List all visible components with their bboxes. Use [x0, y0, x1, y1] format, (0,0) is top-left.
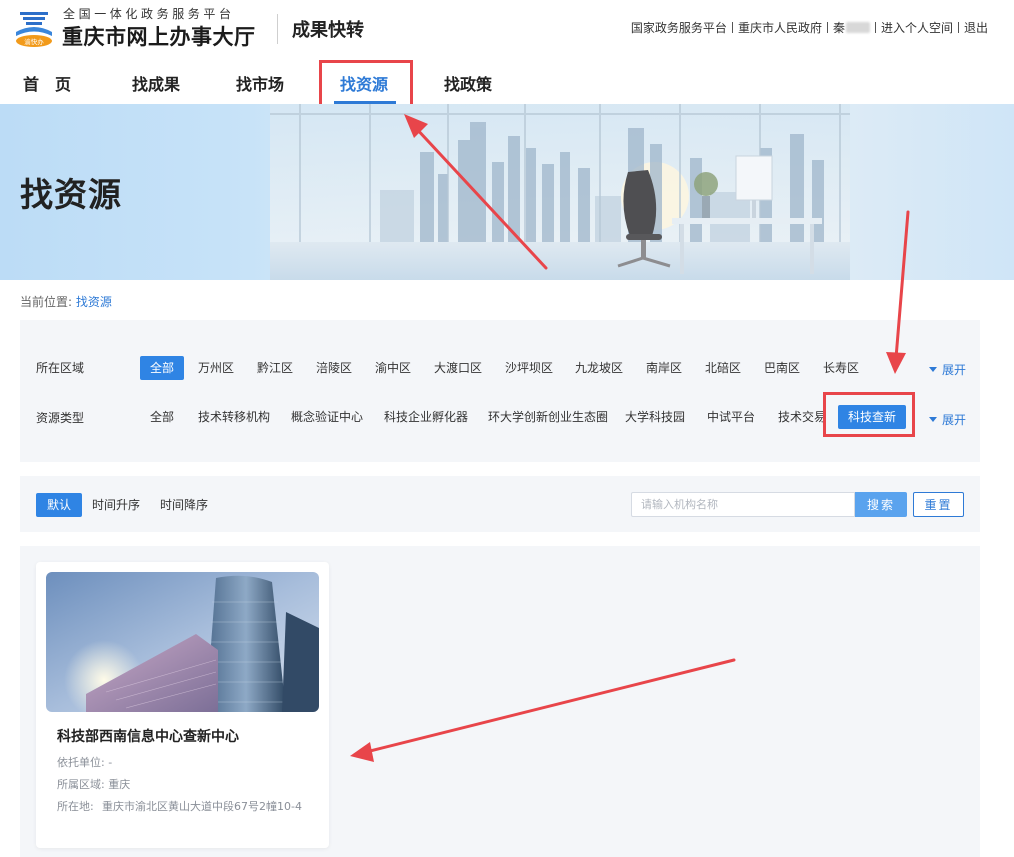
region-chip[interactable]: 涪陵区 — [306, 356, 362, 380]
link-personal-space[interactable]: 进入个人空间 — [881, 19, 953, 36]
link-separator — [731, 22, 733, 33]
banner-office-illustration — [270, 104, 850, 280]
link-separator — [957, 22, 959, 33]
type-chip[interactable]: 概念验证中心 — [281, 405, 373, 429]
triangle-down-icon — [929, 367, 937, 372]
type-filter-label: 资源类型 — [36, 411, 85, 425]
region-chip[interactable]: 大渡口区 — [424, 356, 492, 380]
brand-subtitle: 全国一体化政务服务平台 — [63, 7, 235, 21]
user-name-redacted — [845, 22, 870, 33]
nav-find-market[interactable]: 找市场 — [236, 71, 284, 95]
region-chip[interactable]: 黔江区 — [247, 356, 303, 380]
nav-find-results[interactable]: 找成果 — [132, 71, 180, 95]
sort-default[interactable]: 默认 — [36, 493, 83, 517]
type-chip[interactable]: 环大学创新创业生态圈 — [478, 405, 618, 429]
breadcrumb: 当前位置: 找资源 — [20, 293, 112, 310]
type-chip[interactable]: 技术转移机构 — [188, 405, 280, 429]
region-expand-label: 展开 — [942, 363, 967, 377]
nav-find-policy[interactable]: 找政策 — [444, 71, 492, 95]
region-chip[interactable]: 渝中区 — [365, 356, 421, 380]
reset-button[interactable]: 重置 — [913, 492, 964, 517]
search-button[interactable]: 搜索 — [855, 492, 907, 517]
breadcrumb-current[interactable]: 找资源 — [76, 295, 112, 309]
org-search-input[interactable] — [631, 492, 855, 517]
main-nav: 首 页 找成果 找市场 找资源 找政策 — [0, 56, 1014, 104]
resource-region: 所属区域: 重庆 — [57, 776, 130, 792]
annotation-box-type-chip — [823, 392, 915, 437]
filter-panel: 所在区域 全部 万州区 黔江区 涪陵区 渝中区 大渡口区 沙坪坝区 九龙坡区 南… — [20, 320, 980, 462]
region-chip-all[interactable]: 全部 — [140, 356, 185, 380]
type-chip[interactable]: 大学科技园 — [615, 405, 695, 429]
user-name-text: 秦 — [832, 21, 845, 35]
sort-time-asc[interactable]: 时间升序 — [81, 493, 151, 517]
resource-card[interactable]: 科技部西南信息中心查新中心 依托单位: - 所属区域: 重庆 所在地: 重庆市渝… — [36, 562, 329, 848]
link-national-platform[interactable]: 国家政务服务平台 — [631, 19, 727, 36]
region-chip[interactable]: 南岸区 — [636, 356, 692, 380]
type-expand-label: 展开 — [942, 413, 967, 427]
triangle-down-icon — [929, 417, 937, 422]
app-name[interactable]: 成果快转 — [292, 16, 364, 42]
sort-time-desc[interactable]: 时间降序 — [149, 493, 219, 517]
site-header: 渝快办 全国一体化政务服务平台 重庆市网上办事大厅 成果快转 国家政务服务平台 … — [0, 0, 1014, 56]
logo-badge-text: 渝快办 — [24, 37, 44, 46]
type-chip-all[interactable]: 全部 — [140, 405, 184, 429]
region-chip[interactable]: 万州区 — [188, 356, 244, 380]
region-expand-toggle[interactable]: 展开 — [929, 361, 966, 378]
link-logout[interactable]: 退出 — [964, 19, 988, 36]
building-photo — [46, 572, 319, 712]
resource-address: 所在地: 重庆市渝北区黄山大道中段67号2幢10-4 — [57, 796, 307, 818]
top-links: 国家政务服务平台 重庆市人民政府 秦 进入个人空间 退出 — [631, 19, 988, 36]
breadcrumb-prefix: 当前位置: — [20, 295, 73, 309]
type-chip[interactable]: 中试平台 — [697, 405, 765, 429]
resource-support-unit: 依托单位: - — [57, 754, 112, 770]
brand-divider — [277, 14, 278, 44]
region-chip[interactable]: 巴南区 — [754, 356, 810, 380]
region-chip[interactable]: 长寿区 — [813, 356, 869, 380]
region-label: 所属区域: — [57, 778, 105, 791]
region-chip[interactable]: 北碚区 — [695, 356, 751, 380]
link-city-government[interactable]: 重庆市人民政府 — [738, 19, 822, 36]
nav-home[interactable]: 首 页 — [23, 71, 71, 95]
link-separator — [826, 22, 828, 33]
results-area: 科技部西南信息中心查新中心 依托单位: - 所属区域: 重庆 所在地: 重庆市渝… — [20, 546, 980, 857]
type-expand-toggle[interactable]: 展开 — [929, 411, 966, 428]
user-name[interactable]: 秦 — [833, 19, 870, 36]
address-value: 重庆市渝北区黄山大道中段67号2幢10-4 — [102, 800, 302, 813]
region-chip[interactable]: 九龙坡区 — [565, 356, 633, 380]
resource-card-title[interactable]: 科技部西南信息中心查新中心 — [57, 726, 239, 746]
resource-card-image — [46, 572, 319, 712]
address-label: 所在地: — [57, 800, 94, 813]
region-filter-label: 所在区域 — [36, 361, 85, 375]
brand-title[interactable]: 重庆市网上办事大厅 — [62, 21, 256, 51]
region-chip[interactable]: 沙坪坝区 — [495, 356, 563, 380]
support-unit-value: - — [108, 756, 113, 769]
type-chip[interactable]: 科技企业孵化器 — [374, 405, 478, 429]
sort-search-bar: 默认 时间升序 时间降序 搜索 重置 — [20, 476, 980, 532]
banner-title: 找资源 — [20, 175, 122, 214]
support-unit-label: 依托单位: — [57, 756, 105, 769]
site-logo[interactable]: 渝快办 — [12, 6, 56, 50]
page-banner: 找资源 — [0, 104, 1014, 280]
region-value: 重庆 — [108, 778, 131, 791]
link-separator — [874, 22, 876, 33]
